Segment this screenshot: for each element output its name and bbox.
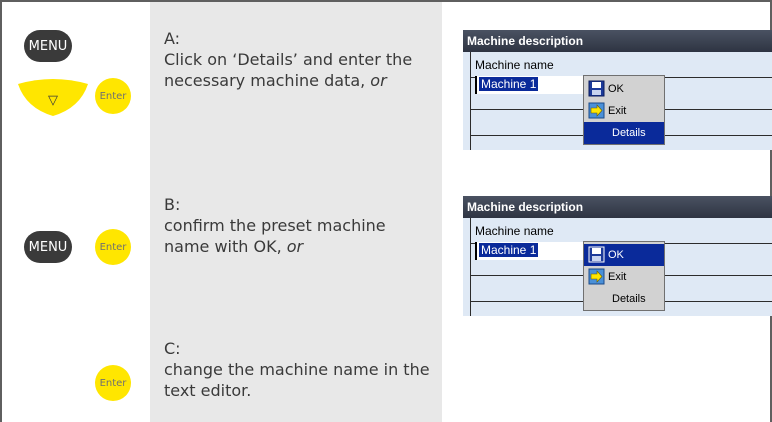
menu-item-details[interactable]: Details [584, 122, 664, 144]
context-menu: OK Exit Details [583, 241, 665, 311]
step-b: B: confirm the preset machine name with … [164, 194, 434, 257]
machine-name-value: Machine 1 [479, 243, 539, 257]
menu-key: MENU [24, 30, 72, 62]
enter-key-label: Enter [99, 377, 127, 389]
machine-description-screen-b: Machine description Machine name Machine… [463, 196, 772, 316]
table-left-border [0, 0, 2, 422]
machine-name-label: Machine name [475, 58, 554, 72]
machine-name-label: Machine name [475, 224, 554, 238]
menu-key-label: MENU [28, 38, 68, 54]
down-arrow-glyph: ▽ [48, 93, 58, 108]
enter-key: Enter [95, 365, 131, 401]
menu-item-label: OK [608, 249, 624, 261]
save-icon [588, 80, 605, 97]
enter-key-label: Enter [99, 241, 127, 253]
menu-key: MENU [24, 231, 72, 263]
step-a: A: Click on ‘Details’ and enter the nece… [164, 28, 434, 91]
exit-arrow-icon [588, 102, 605, 119]
save-icon [588, 246, 605, 263]
menu-item-exit[interactable]: Exit [584, 266, 664, 288]
menu-item-label: Details [612, 293, 646, 305]
step-letter: A: [164, 29, 181, 48]
instruction-table: MENU ▽ Enter MENU Enter Enter A: Click o… [0, 0, 772, 422]
screen-title: Machine description [463, 30, 772, 52]
screen-title: Machine description [463, 196, 772, 218]
machine-name-value: Machine 1 [479, 77, 539, 91]
step-text: Click on ‘Details’ and enter the necessa… [164, 49, 434, 91]
menu-item-ok[interactable]: OK [584, 78, 664, 100]
step-letter: C: [164, 339, 181, 358]
menu-item-label: Exit [608, 105, 627, 117]
step-body: change the machine name in the text edit… [164, 360, 430, 400]
exit-arrow-icon [588, 268, 605, 285]
context-menu: OK Exit Details [583, 75, 665, 145]
menu-item-exit[interactable]: Exit [584, 100, 664, 122]
enter-key-label: Enter [99, 90, 127, 102]
machine-description-screen-a: Machine description Machine name Machine… [463, 30, 772, 150]
step-suffix: or [286, 237, 304, 256]
step-letter: B: [164, 195, 181, 214]
menu-key-label: MENU [28, 239, 68, 255]
menu-item-ok[interactable]: OK [584, 244, 664, 266]
table-top-border [0, 0, 772, 2]
step-c: C: change the machine name in the text e… [164, 338, 434, 401]
menu-item-label: Exit [608, 271, 627, 283]
menu-item-label: Details [612, 127, 646, 139]
machine-name-field[interactable]: Machine 1 [475, 76, 587, 94]
down-arrow-key: ▽ [18, 79, 88, 116]
menu-item-details[interactable]: Details [584, 288, 664, 310]
enter-key: Enter [95, 229, 131, 265]
enter-key: Enter [95, 78, 131, 114]
step-text: confirm the preset machine name with OK,… [164, 215, 434, 257]
machine-name-field[interactable]: Machine 1 [475, 242, 587, 260]
step-suffix: or [370, 71, 387, 90]
step-body: confirm the preset machine name with OK, [164, 216, 386, 256]
menu-item-label: OK [608, 83, 624, 95]
